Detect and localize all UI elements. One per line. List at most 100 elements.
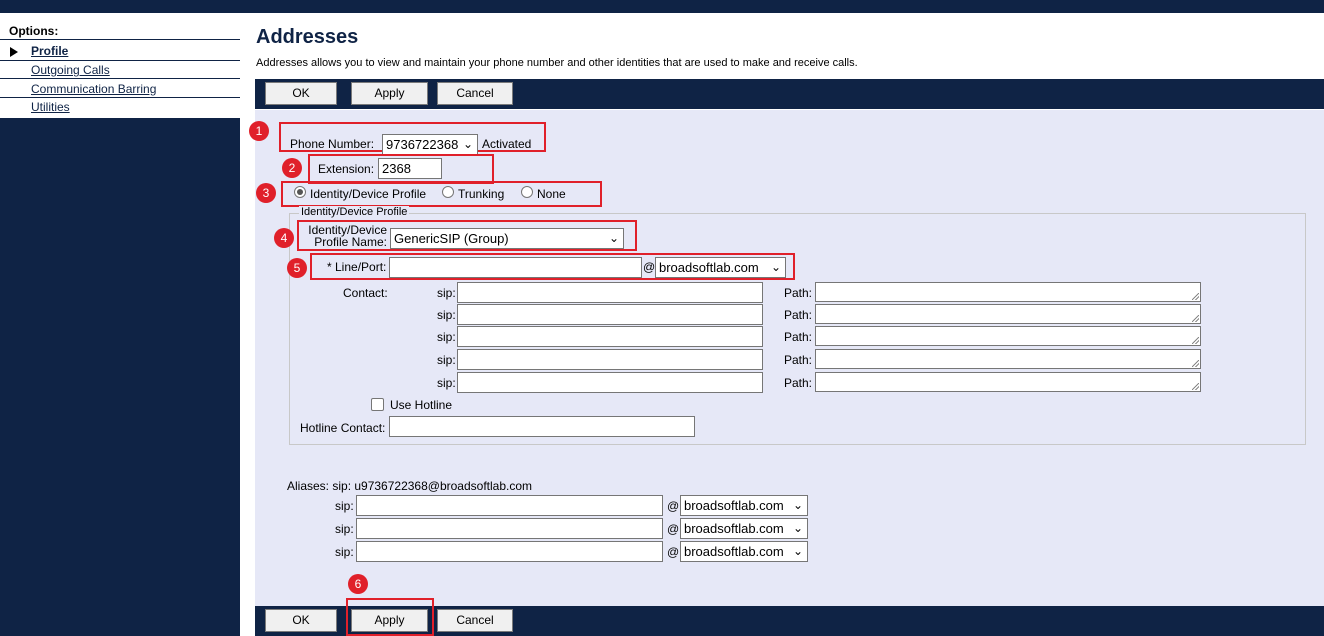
hotline-contact-label: Hotline Contact: bbox=[300, 421, 386, 435]
path-textarea-4[interactable] bbox=[815, 349, 1201, 369]
contact-sip-label: sip: bbox=[437, 353, 456, 367]
extension-input[interactable]: 2368 bbox=[378, 158, 442, 179]
alias-domain-select-2[interactable]: broadsoftlab.com ⌄ bbox=[680, 518, 808, 539]
trunking-radio[interactable] bbox=[442, 186, 454, 198]
phone-number-label: Phone Number: bbox=[290, 137, 375, 151]
chevron-down-icon: ⌄ bbox=[792, 498, 803, 512]
profile-name-label-line2: Profile Name: bbox=[314, 235, 387, 249]
resize-grip-icon bbox=[1192, 293, 1199, 300]
form-panel: 1 Phone Number: 9736722368 ⌄ Activated 2… bbox=[249, 110, 1324, 606]
contact-sip-input-3[interactable] bbox=[457, 326, 763, 347]
use-hotline-label: Use Hotline bbox=[390, 398, 453, 412]
divider bbox=[0, 97, 240, 98]
fieldset-legend: Identity/Device Profile bbox=[299, 206, 410, 218]
hotline-contact-input[interactable] bbox=[389, 416, 695, 437]
path-textarea-2[interactable] bbox=[815, 304, 1201, 324]
trunking-option-label: Trunking bbox=[458, 187, 505, 201]
alias-sip-input-2[interactable] bbox=[356, 518, 663, 539]
annotation-marker-1: 1 bbox=[249, 121, 269, 141]
contact-sip-label: sip: bbox=[437, 308, 456, 322]
none-option-label: None bbox=[537, 187, 566, 201]
alias-domain-select-3[interactable]: broadsoftlab.com ⌄ bbox=[680, 541, 808, 562]
divider bbox=[0, 78, 240, 79]
alias-sip-label: sip: bbox=[335, 522, 354, 536]
current-item-arrow-icon bbox=[10, 47, 18, 57]
extension-label: Extension: bbox=[318, 162, 375, 176]
line-port-input[interactable] bbox=[389, 257, 642, 278]
sidebar: Options: Profile Outgoing Calls Communic… bbox=[0, 13, 240, 636]
profile-name-value: GenericSIP (Group) bbox=[394, 231, 509, 246]
sidebar-item-outgoing-calls[interactable]: Outgoing Calls bbox=[31, 63, 110, 77]
at-sign: @ bbox=[667, 522, 680, 536]
path-textarea-5[interactable] bbox=[815, 372, 1201, 392]
alias-sip-input-3[interactable] bbox=[356, 541, 663, 562]
resize-grip-icon bbox=[1192, 360, 1199, 367]
resize-grip-icon bbox=[1192, 315, 1199, 322]
path-label: Path: bbox=[784, 353, 813, 367]
cancel-button[interactable]: Cancel bbox=[437, 82, 513, 105]
alias-domain-value: broadsoftlab.com bbox=[684, 544, 784, 559]
top-button-bar: OK Apply Cancel bbox=[255, 79, 1324, 109]
cancel-button[interactable]: Cancel bbox=[437, 609, 513, 632]
ok-button[interactable]: OK bbox=[265, 82, 337, 105]
path-label: Path: bbox=[784, 376, 813, 390]
path-textarea-3[interactable] bbox=[815, 326, 1201, 346]
top-bar bbox=[0, 0, 1324, 13]
ok-button[interactable]: OK bbox=[265, 609, 337, 632]
contact-sip-input-4[interactable] bbox=[457, 349, 763, 370]
path-label: Path: bbox=[784, 286, 813, 300]
annotation-marker-6: 6 bbox=[348, 574, 368, 594]
chevron-down-icon: ⌄ bbox=[462, 137, 473, 151]
resize-grip-icon bbox=[1192, 383, 1199, 390]
annotation-marker-2: 2 bbox=[282, 158, 302, 178]
phone-status: Activated bbox=[482, 137, 532, 151]
contact-sip-label: sip: bbox=[437, 330, 456, 344]
contact-sip-label: sip: bbox=[437, 286, 456, 300]
phone-number-select[interactable]: 9736722368 ⌄ bbox=[382, 134, 478, 155]
page-description: Addresses allows you to view and maintai… bbox=[256, 57, 858, 69]
contact-label: Contact: bbox=[343, 286, 388, 300]
divider bbox=[0, 39, 240, 40]
path-textarea-1[interactable] bbox=[815, 282, 1201, 302]
resize-grip-icon bbox=[1192, 337, 1199, 344]
annotation-marker-4: 4 bbox=[274, 228, 294, 248]
line-port-domain-value: broadsoftlab.com bbox=[659, 260, 759, 275]
at-sign: @ bbox=[643, 260, 656, 274]
sidebar-item-communication-barring[interactable]: Communication Barring bbox=[31, 82, 156, 96]
chevron-down-icon: ⌄ bbox=[792, 521, 803, 535]
alias-sip-label: sip: bbox=[335, 545, 354, 559]
contact-sip-input-5[interactable] bbox=[457, 372, 763, 393]
use-hotline-checkbox[interactable] bbox=[371, 398, 384, 411]
contact-sip-input-2[interactable] bbox=[457, 304, 763, 325]
at-sign: @ bbox=[667, 499, 680, 513]
profile-name-select[interactable]: GenericSIP (Group) ⌄ bbox=[390, 228, 624, 249]
line-port-domain-select[interactable]: broadsoftlab.com ⌄ bbox=[655, 257, 786, 278]
contact-sip-label: sip: bbox=[437, 376, 456, 390]
sidebar-item-utilities[interactable]: Utilities bbox=[31, 100, 70, 114]
alias-domain-select-1[interactable]: broadsoftlab.com ⌄ bbox=[680, 495, 808, 516]
chevron-down-icon: ⌄ bbox=[792, 544, 803, 558]
annotation-marker-5: 5 bbox=[287, 258, 307, 278]
profile-name-label: Identity/Device Profile Name: bbox=[303, 224, 387, 248]
options-title: Options: bbox=[9, 24, 59, 38]
page-title: Addresses bbox=[256, 26, 359, 48]
none-radio[interactable] bbox=[521, 186, 533, 198]
identity-device-profile-option-label: Identity/Device Profile bbox=[310, 187, 427, 201]
path-label: Path: bbox=[784, 330, 813, 344]
options-panel: Options: Profile Outgoing Calls Communic… bbox=[0, 13, 240, 118]
contact-sip-input-1[interactable] bbox=[457, 282, 763, 303]
chevron-down-icon: ⌄ bbox=[770, 260, 781, 274]
line-port-label: * Line/Port: bbox=[327, 260, 387, 274]
alias-domain-value: broadsoftlab.com bbox=[684, 521, 784, 536]
alias-sip-label: sip: bbox=[335, 499, 354, 513]
sidebar-item-profile[interactable]: Profile bbox=[31, 44, 68, 58]
apply-button[interactable]: Apply bbox=[351, 82, 428, 105]
at-sign: @ bbox=[667, 545, 680, 559]
annotation-marker-3: 3 bbox=[256, 183, 276, 203]
divider bbox=[0, 60, 240, 61]
chevron-down-icon: ⌄ bbox=[608, 231, 619, 245]
alias-sip-input-1[interactable] bbox=[356, 495, 663, 516]
aliases-label: Aliases: sip: u9736722368@broadsoftlab.c… bbox=[287, 479, 533, 493]
identity-device-profile-radio[interactable] bbox=[294, 186, 306, 198]
annotation-box-6 bbox=[346, 598, 434, 636]
